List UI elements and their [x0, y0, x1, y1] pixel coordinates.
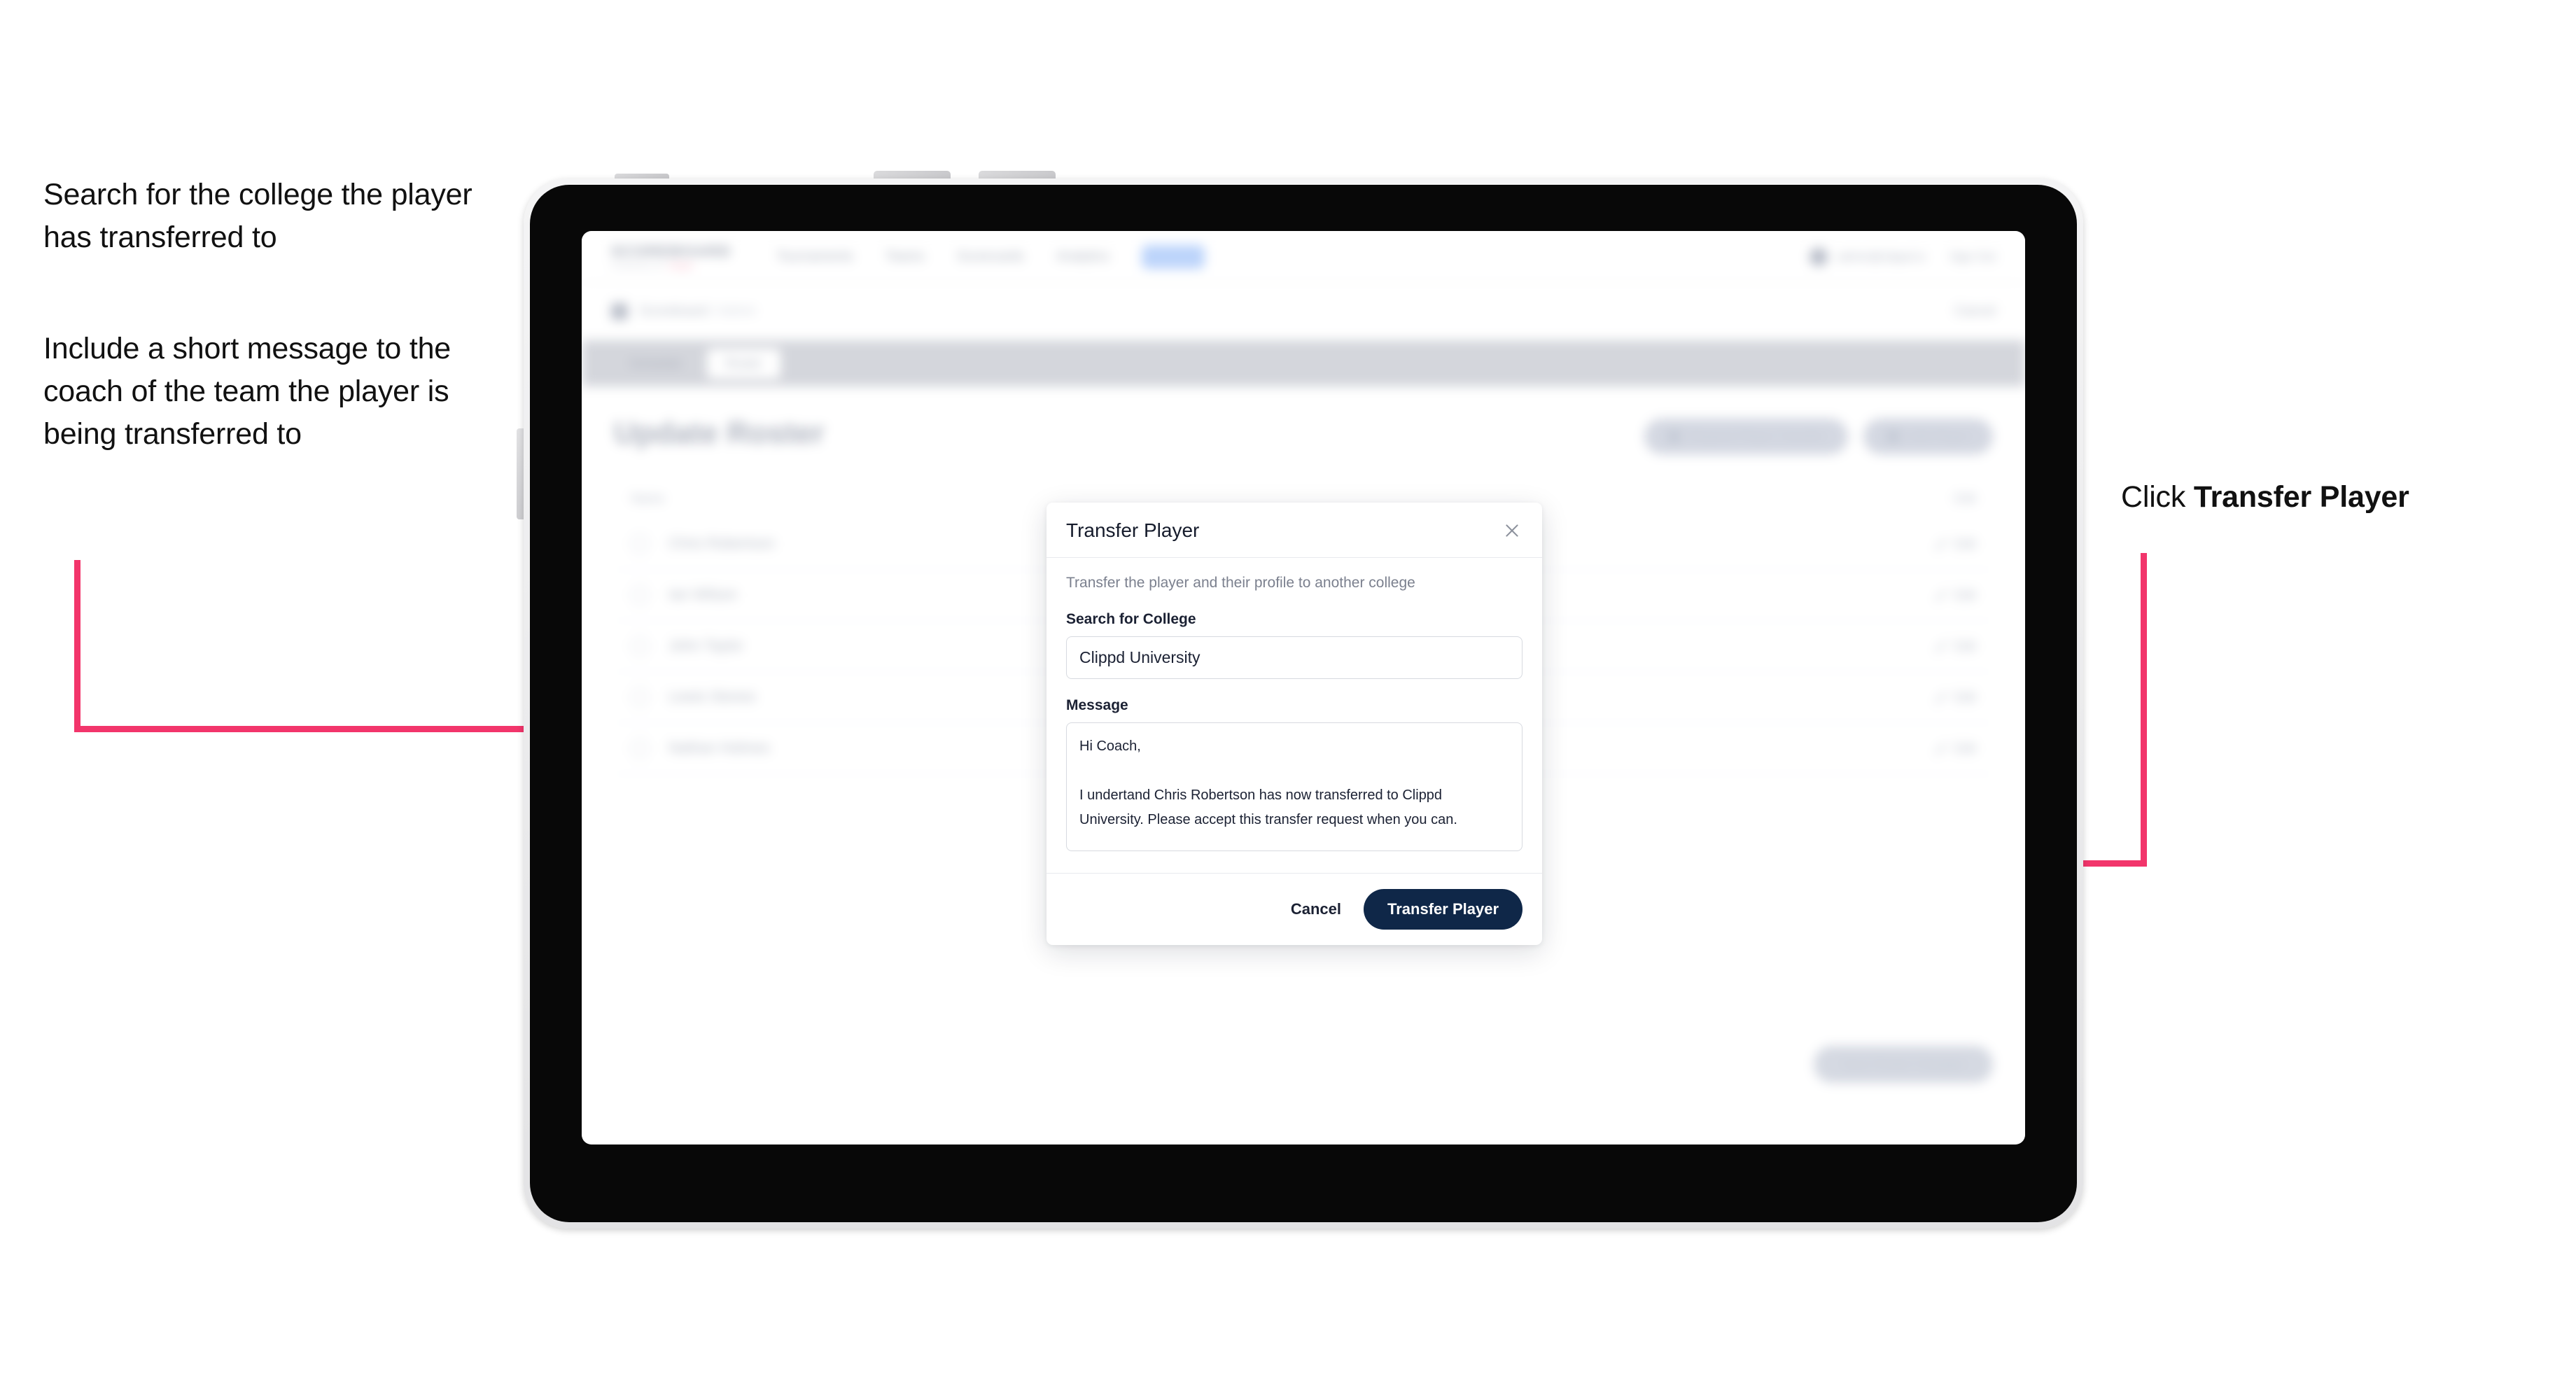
pencil-icon — [1934, 743, 1946, 754]
scoreboard-icon — [611, 303, 628, 320]
request-player-transfer-button[interactable]: Request Player Transfer — [1644, 419, 1848, 454]
breadcrumb-muted: / Admin — [711, 304, 756, 318]
pencil-icon — [1934, 589, 1946, 601]
field-spacer — [1066, 679, 1522, 697]
message-field-label: Message — [1066, 697, 1128, 713]
row-checkbox[interactable] — [631, 637, 649, 655]
edit-player-link[interactable]: Edit — [1934, 741, 1976, 756]
request-player-transfer-label: Request Player Transfer — [1688, 429, 1824, 443]
annotation-search-college: Search for the college the player has tr… — [43, 178, 472, 255]
tab-strip: Schedule Roster — [582, 340, 2025, 386]
row-checkbox[interactable] — [631, 586, 649, 604]
transfer-icon — [1667, 430, 1680, 442]
pencil-icon — [1934, 692, 1946, 703]
search-college-input[interactable] — [1066, 636, 1522, 679]
edit-player-link[interactable]: Edit — [1934, 587, 1976, 603]
user-profile[interactable]: admin@clippd.io — [1809, 247, 1926, 266]
edit-player-link[interactable]: Edit — [1934, 536, 1976, 552]
dialog-footer: Cancel Transfer Player — [1046, 873, 1542, 945]
cancel-button[interactable]: Cancel — [1287, 899, 1345, 919]
add-player-label: Add Player — [1907, 429, 1969, 443]
row-checkbox[interactable] — [631, 535, 649, 553]
transfer-player-dialog: Transfer Player Transfer the player and … — [1046, 503, 1542, 945]
edit-label: Edit — [1954, 638, 1976, 653]
nav-item-tournaments[interactable]: Tournaments — [776, 249, 853, 265]
edit-label: Edit — [1954, 536, 1976, 551]
edit-player-link[interactable]: Edit — [1934, 638, 1976, 654]
primary-nav: Tournaments Teams Scorecards Analytics A… — [776, 244, 1205, 269]
plus-icon — [1886, 430, 1899, 442]
cancel-top-link[interactable]: Cancel — [1954, 304, 1996, 319]
sign-out-link[interactable]: Sign Out — [1949, 250, 1996, 264]
avatar — [1809, 247, 1828, 266]
annotation-click-transfer: Click Transfer Player — [2121, 476, 2555, 519]
edit-label: Edit — [1954, 741, 1976, 755]
dialog-description: Transfer the player and their profile to… — [1066, 575, 1415, 591]
edit-player-link[interactable]: Edit — [1934, 690, 1976, 705]
callout-line-right-vertical — [2141, 553, 2147, 866]
college-field-label: Search for College — [1066, 611, 1196, 627]
annotation-right-prefix: Click — [2121, 480, 2194, 514]
save-roster-changes-button[interactable]: Save Roster Changes — [1813, 1046, 1993, 1083]
logo-tagline: POWERED BY clippd — [611, 262, 723, 270]
logo-wordmark: SCOREBOARD — [611, 243, 732, 260]
pencil-icon — [1934, 640, 1946, 652]
column-header-edit: Edit — [1954, 491, 1976, 505]
dialog-title: Transfer Player — [1066, 519, 1200, 541]
breadcrumb: Scoreboard / Admin — [639, 304, 756, 319]
tab-schedule[interactable]: Schedule — [611, 349, 700, 379]
logo-tagline-brand: clippd — [668, 262, 693, 270]
callout-line-left-vertical — [74, 560, 80, 732]
tab-roster[interactable]: Roster — [707, 348, 781, 379]
edit-label: Edit — [1954, 690, 1976, 704]
nav-item-analytics[interactable]: Analytics — [1056, 249, 1110, 265]
annotation-right-bold: Transfer Player — [2193, 480, 2409, 514]
transfer-player-button[interactable]: Transfer Player — [1364, 889, 1522, 930]
app-logo[interactable]: SCOREBOARD POWERED BY clippd — [611, 243, 732, 270]
dialog-header: Transfer Player — [1046, 503, 1542, 558]
user-email: admin@clippd.io — [1837, 249, 1926, 263]
edit-label: Edit — [1954, 587, 1976, 602]
dialog-body: Transfer the player and their profile to… — [1046, 558, 1542, 873]
annotation-include-message: Include a short message to the coach of … — [43, 332, 451, 451]
breadcrumb-current[interactable]: Scoreboard — [639, 304, 708, 318]
message-textarea[interactable] — [1066, 722, 1522, 851]
close-icon[interactable] — [1502, 520, 1522, 541]
add-player-button[interactable]: Add Player — [1863, 419, 1993, 454]
page-header-actions: Request Player Transfer Add Player — [1644, 419, 1993, 454]
app-header: SCOREBOARD POWERED BY clippd Tournaments… — [582, 231, 2025, 283]
breadcrumb-bar: Scoreboard / Admin Cancel — [582, 283, 2025, 340]
page-title: Update Roster — [614, 416, 825, 450]
nav-item-admin[interactable]: Admin — [1141, 244, 1205, 269]
logo-tagline-text: POWERED BY — [611, 262, 666, 270]
row-checkbox[interactable] — [631, 688, 649, 706]
nav-item-teams[interactable]: Teams — [886, 249, 925, 265]
pencil-icon — [1934, 538, 1946, 550]
row-checkbox[interactable] — [631, 739, 649, 757]
header-user-area: admin@clippd.io Sign Out — [1809, 247, 1996, 266]
nav-item-scorecards[interactable]: Scorecards — [957, 249, 1024, 265]
